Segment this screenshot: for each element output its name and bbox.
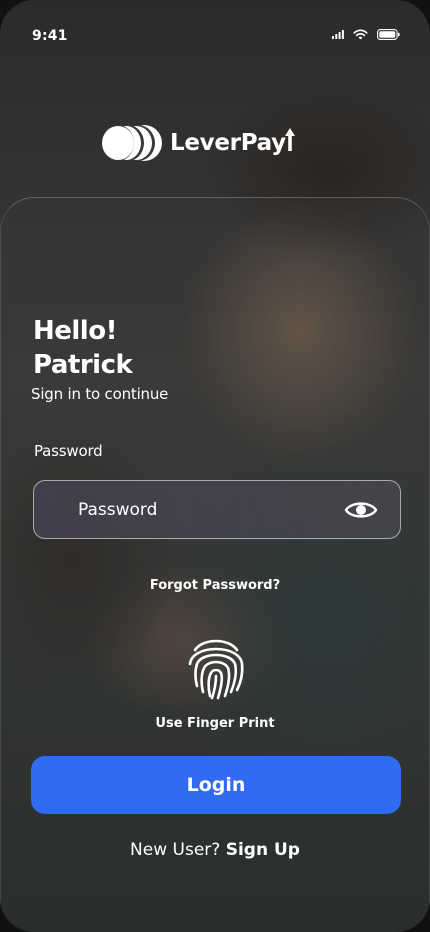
- greeting: Hello! Patrick: [33, 314, 133, 382]
- forgot-password-link[interactable]: Forgot Password?: [0, 578, 430, 593]
- signup-prompt-text: New User?: [130, 840, 221, 860]
- signup-link[interactable]: Sign Up: [226, 840, 300, 860]
- up-arrow-icon: [284, 128, 295, 151]
- fingerprint-icon[interactable]: [185, 634, 247, 700]
- greeting-hello: Hello!: [33, 316, 117, 346]
- greeting-name: Patrick: [33, 350, 133, 380]
- fingerprint-label: Use Finger Print: [155, 716, 275, 731]
- battery-icon: [377, 29, 400, 40]
- cellular-signal-icon: [332, 30, 344, 39]
- eye-icon[interactable]: [344, 498, 378, 522]
- brand-name: LeverPay: [170, 130, 286, 156]
- status-time: 9:41: [32, 28, 68, 44]
- login-screen: 9:41 LeverPay Hello! Patrick Sign in to …: [0, 0, 430, 932]
- wifi-icon: [353, 29, 368, 40]
- signup-prompt: New User? Sign Up: [0, 840, 430, 860]
- password-input[interactable]: [76, 481, 330, 539]
- login-card: [0, 197, 430, 932]
- login-button[interactable]: Login: [31, 756, 401, 814]
- status-icons: [332, 29, 400, 40]
- brand-logo: LeverPay: [100, 124, 296, 162]
- leverpay-coins-icon: [102, 125, 162, 161]
- password-field[interactable]: [33, 480, 401, 539]
- password-label: Password: [34, 442, 103, 460]
- status-bar: 9:41: [0, 0, 430, 72]
- greeting-subtitle: Sign in to continue: [31, 385, 169, 403]
